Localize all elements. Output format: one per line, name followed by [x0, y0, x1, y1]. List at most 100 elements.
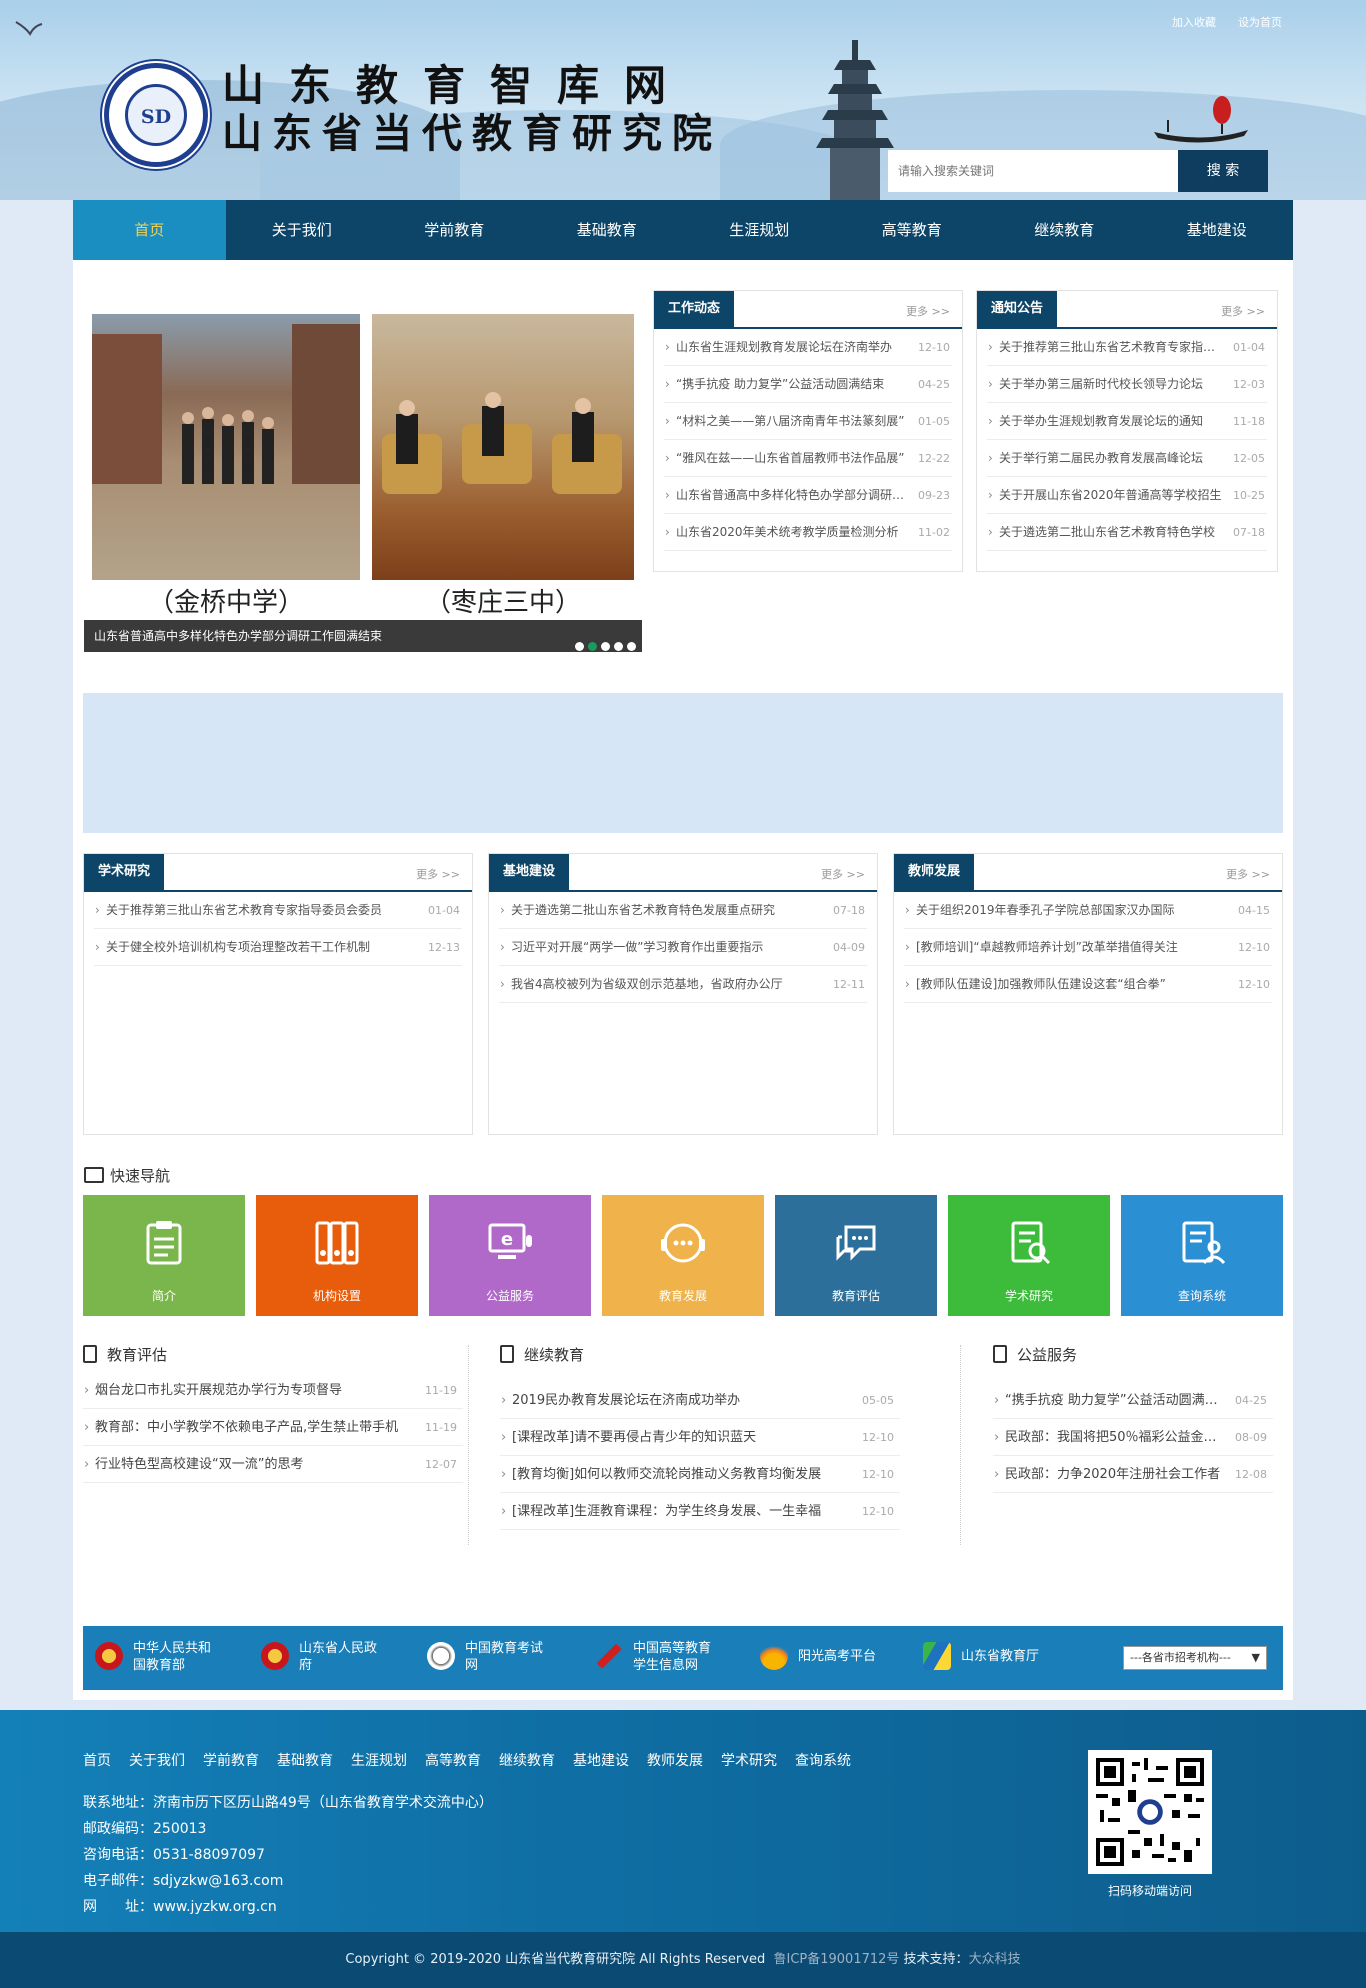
column-divider	[468, 1345, 469, 1545]
slider-dot[interactable]	[614, 642, 623, 651]
list-item[interactable]: 教育部：中小学教学不依赖电子产品,学生禁止带手机11-19	[83, 1409, 463, 1446]
list-item[interactable]: “携手抗疫 助力复学”公益活动圆满结束04-25	[993, 1382, 1273, 1419]
list-item[interactable]: “携手抗疫 助力复学”公益活动圆满结束04-25	[664, 366, 952, 403]
column-title-text: 公益服务	[1017, 1346, 1078, 1364]
footer-link[interactable]: 首页	[83, 1753, 111, 1769]
slider-dot[interactable]	[601, 642, 610, 651]
email[interactable]: 电子邮件：sdjyzkw@163.com	[83, 1868, 493, 1894]
list-item[interactable]: 关于举办第三届新时代校长领导力论坛12-03	[987, 366, 1267, 403]
list-item[interactable]: 2019民办教育发展论坛在济南成功举办05-05	[500, 1382, 900, 1419]
footer-link[interactable]: 学前教育	[203, 1753, 259, 1769]
list-item[interactable]: 行业特色型高校建设“双一流”的思考12-07	[83, 1446, 463, 1483]
panel-header: 教师发展 更多 >>	[894, 854, 1282, 892]
support-link[interactable]: 大众科技	[969, 1952, 1021, 1967]
site-logo[interactable]: SD	[104, 63, 208, 167]
tile-intro[interactable]: 简介	[83, 1195, 245, 1316]
footer-link[interactable]: 学术研究	[721, 1753, 777, 1769]
tile-academic-research[interactable]: 学术研究	[948, 1195, 1110, 1316]
list-item[interactable]: 关于举行第二届民办教育发展高峰论坛12-05	[987, 440, 1267, 477]
footer-link[interactable]: 关于我们	[129, 1753, 185, 1769]
list-item[interactable]: 关于遴选第二批山东省艺术教育特色学校07-18	[987, 514, 1267, 551]
search-input[interactable]	[888, 150, 1178, 192]
column-title-text: 教育评估	[107, 1346, 168, 1364]
news-list: 山东省生涯规划教育发展论坛在济南举办12-10 “携手抗疫 助力复学”公益活动圆…	[654, 329, 962, 551]
list-item[interactable]: 关于开展山东省2020年普通高等学校招生10-25	[987, 477, 1267, 514]
tile-organization[interactable]: 机构设置	[256, 1195, 418, 1316]
photo-people-icon	[92, 324, 360, 484]
list-item[interactable]: 烟台龙口市扎实开展规范办学行为专项督导11-19	[83, 1372, 463, 1409]
slider-dot[interactable]	[627, 642, 636, 651]
friend-links-bar: 中华人民共和 国教育部 山东省人民政府 中国教育考试网 中国高等教育 学生信息网 阳…	[83, 1626, 1283, 1690]
list-item[interactable]: 关于遴选第二批山东省艺术教育特色发展重点研究07-18	[499, 892, 867, 929]
nav-item-career[interactable]: 生涯规划	[683, 200, 836, 260]
panel-title: 学术研究	[84, 854, 165, 892]
slider-title[interactable]: 山东省普通高中多样化特色办学部分调研工作圆满结束	[94, 629, 382, 643]
footer-link[interactable]: 继续教育	[499, 1753, 555, 1769]
list-item[interactable]: 民政部：我国将把50％福彩公益金用于养老08-09	[993, 1419, 1273, 1456]
icp-link[interactable]: 鲁ICP备19001712号	[773, 1952, 899, 1967]
panel-header: 基地建设 更多 >>	[489, 854, 877, 892]
list-item[interactable]: [课程改革]请不要再侵占青少年的知识蓝天12-10	[500, 1419, 900, 1456]
panel-header: 通知公告 更多 >>	[977, 291, 1277, 329]
nav-item-basic[interactable]: 基础教育	[531, 200, 684, 260]
list-item[interactable]: 民政部：力争2020年注册社会工作者12-08	[993, 1456, 1273, 1493]
list-item[interactable]: [教育均衡]如何以教师交流轮岗推动义务教育均衡发展12-10	[500, 1456, 900, 1493]
footer-link[interactable]: 高等教育	[425, 1753, 481, 1769]
news-slider[interactable]: （金桥中学） （枣庄三中） 山东省普通高中多样化特色办学部分调研工作圆满结束	[84, 314, 642, 652]
tile-label: 机构设置	[312, 1289, 361, 1303]
list-item[interactable]: 山东省普通高中多样化特色办学部分调研工作09-23	[664, 477, 952, 514]
add-favorite-link[interactable]: 加入收藏	[1172, 16, 1216, 29]
more-link[interactable]: 更多 >>	[821, 866, 865, 882]
nav-item-home[interactable]: 首页	[73, 200, 226, 260]
site-header: 加入收藏 设为首页 SD 山东教育智库网 山东省当代教育研究院 搜 索	[0, 0, 1366, 200]
list-item[interactable]: [课程改革]生涯教育课程：为学生终身发展、一生幸福12-10	[500, 1493, 900, 1530]
list-item[interactable]: [教师队伍建设]加强教师队伍建设这套“组合拳”12-10	[904, 966, 1272, 1003]
slider-dot[interactable]	[588, 642, 597, 651]
nav-item-continuing[interactable]: 继续教育	[988, 200, 1141, 260]
tile-edu-development[interactable]: 教育发展	[602, 1195, 764, 1316]
list-item[interactable]: 关于健全校外培训机构专项治理整改若干工作机制12-13	[94, 929, 462, 966]
website[interactable]: 网 址：www.jyzkw.org.cn	[83, 1894, 493, 1920]
tile-edu-evaluation[interactable]: 教育评估	[775, 1195, 937, 1316]
nav-item-higher[interactable]: 高等教育	[836, 200, 989, 260]
exam-org-select[interactable]: ---各省市招考机构--- ▼	[1123, 1646, 1267, 1670]
more-link[interactable]: 更多 >>	[906, 303, 950, 319]
footer-link[interactable]: 生涯规划	[351, 1753, 407, 1769]
list-item[interactable]: 山东省2020年美术统考教学质量检测分析11-02	[664, 514, 952, 551]
list-item[interactable]: 习近平对开展“两学一做”学习教育作出重要指示04-09	[499, 929, 867, 966]
nav-item-base[interactable]: 基地建设	[1141, 200, 1294, 260]
list-item[interactable]: “材料之美——第八届济南青年书法篆刻展”01-05	[664, 403, 952, 440]
svg-text:e: e	[501, 1229, 513, 1250]
set-homepage-link[interactable]: 设为首页	[1238, 16, 1282, 29]
list-item[interactable]: 关于举办生涯规划教育发展论坛的通知11-18	[987, 403, 1267, 440]
document-icon	[993, 1345, 1007, 1363]
qr-caption: 扫码移动端访问	[1107, 1884, 1192, 1898]
panel-title: 通知公告	[977, 291, 1058, 329]
footer-link[interactable]: 查询系统	[795, 1753, 851, 1769]
search-button[interactable]: 搜 索	[1178, 150, 1268, 192]
footer-link[interactable]: 基础教育	[277, 1753, 333, 1769]
list-item[interactable]: [教师培训]“卓越教师培养计划”改革举措值得关注12-10	[904, 929, 1272, 966]
quicknav-title: 快速导航	[84, 1165, 170, 1186]
list-item[interactable]: 关于推荐第三批山东省艺术教育专家指导委员会01-04	[987, 329, 1267, 366]
nav-item-about[interactable]: 关于我们	[226, 200, 379, 260]
list-item[interactable]: 关于组织2019年春季孔子学院总部国家汉办国际04-15	[904, 892, 1272, 929]
nav-item-preschool[interactable]: 学前教育	[378, 200, 531, 260]
footer-link[interactable]: 教师发展	[647, 1753, 703, 1769]
tile-query-system[interactable]: 查询系统	[1121, 1195, 1283, 1316]
slide-photo-2[interactable]	[372, 314, 634, 580]
slider-dot[interactable]	[575, 642, 584, 651]
list-item[interactable]: 山东省生涯规划教育发展论坛在济南举办12-10	[664, 329, 952, 366]
more-link[interactable]: 更多 >>	[1226, 866, 1270, 882]
list-item[interactable]: 关于推荐第三批山东省艺术教育专家指导委员会委员01-04	[94, 892, 462, 929]
list-item[interactable]: “雅风在兹——山东省首届教师书法作品展”12-22	[664, 440, 952, 477]
tile-public-service[interactable]: e 公益服务	[429, 1195, 591, 1316]
footer-link[interactable]: 基地建设	[573, 1753, 629, 1769]
research-list: 关于推荐第三批山东省艺术教育专家指导委员会委员01-04 关于健全校外培训机构专…	[84, 892, 472, 966]
binders-icon	[315, 1221, 359, 1265]
more-link[interactable]: 更多 >>	[416, 866, 460, 882]
tile-label: 简介	[151, 1289, 176, 1303]
list-item[interactable]: 我省4高校被列为省级双创示范基地，省政府办公厅12-11	[499, 966, 867, 1003]
slide-photo-1[interactable]	[92, 314, 360, 580]
more-link[interactable]: 更多 >>	[1221, 303, 1265, 319]
